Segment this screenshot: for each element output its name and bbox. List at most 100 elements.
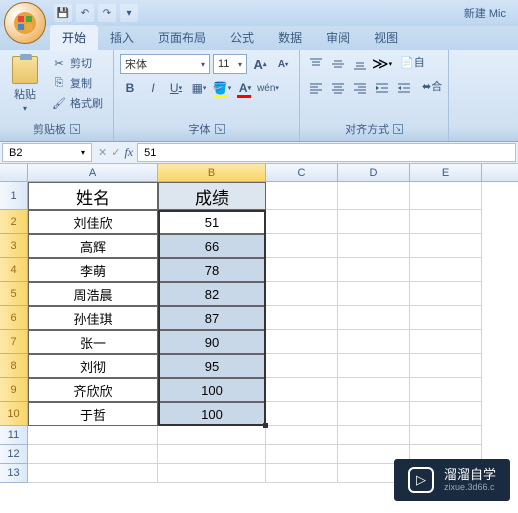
cell-A7[interactable]: 张一 [28, 330, 158, 354]
cell-C8[interactable] [266, 354, 338, 378]
cell-B4[interactable]: 78 [158, 258, 266, 282]
cell-D9[interactable] [338, 378, 410, 402]
cell-A11[interactable] [28, 426, 158, 445]
col-header-A[interactable]: A [28, 164, 158, 181]
select-all-corner[interactable] [0, 164, 28, 181]
align-top-button[interactable] [306, 54, 326, 74]
cell-B3[interactable]: 66 [158, 234, 266, 258]
copy-button[interactable]: ⎘复制 [48, 74, 107, 92]
align-center-button[interactable] [328, 78, 348, 98]
increase-indent-button[interactable] [394, 78, 414, 98]
bold-button[interactable]: B [120, 78, 140, 98]
office-button[interactable] [4, 2, 46, 44]
decrease-indent-button[interactable] [372, 78, 392, 98]
clipboard-launcher-icon[interactable]: ↘ [70, 124, 80, 134]
align-bottom-button[interactable] [350, 54, 370, 74]
cell-A2[interactable]: 刘佳欣 [28, 210, 158, 234]
cell-D3[interactable] [338, 234, 410, 258]
col-header-C[interactable]: C [266, 164, 338, 181]
wrap-text-button[interactable]: 📄自 [400, 54, 425, 74]
cell-C9[interactable] [266, 378, 338, 402]
cell-E2[interactable] [410, 210, 482, 234]
format-painter-button[interactable]: 🖌格式刷 [48, 94, 107, 112]
cell-C13[interactable] [266, 464, 338, 483]
name-box[interactable]: B2▾ [2, 143, 92, 162]
cancel-icon[interactable]: ✕ [98, 146, 107, 159]
cell-D5[interactable] [338, 282, 410, 306]
fx-icon[interactable]: fx [124, 145, 133, 160]
cell-A4[interactable]: 李萌 [28, 258, 158, 282]
font-name-combo[interactable]: 宋体▾ [120, 54, 210, 74]
cell-B12[interactable] [158, 445, 266, 464]
align-right-button[interactable] [350, 78, 370, 98]
cell-B1[interactable]: 成绩 [158, 182, 266, 210]
row-header-6[interactable]: 6 [0, 306, 28, 330]
cell-D10[interactable] [338, 402, 410, 426]
tab-insert[interactable]: 插入 [98, 25, 146, 50]
orientation-button[interactable]: ≫▾ [372, 54, 392, 74]
cell-C12[interactable] [266, 445, 338, 464]
row-header-11[interactable]: 11 [0, 426, 28, 445]
font-size-combo[interactable]: 11▾ [213, 54, 247, 74]
tab-review[interactable]: 审阅 [314, 25, 362, 50]
cell-A3[interactable]: 高辉 [28, 234, 158, 258]
cell-A12[interactable] [28, 445, 158, 464]
row-header-10[interactable]: 10 [0, 402, 28, 426]
align-left-button[interactable] [306, 78, 326, 98]
merge-button[interactable]: ⬌合 [422, 78, 442, 98]
formula-input[interactable]: 51 [137, 143, 516, 162]
cell-B13[interactable] [158, 464, 266, 483]
border-button[interactable]: ▦▾ [189, 78, 209, 98]
cell-C3[interactable] [266, 234, 338, 258]
fill-color-button[interactable]: 🪣▾ [212, 78, 232, 98]
row-header-8[interactable]: 8 [0, 354, 28, 378]
enter-icon[interactable]: ✓ [111, 146, 120, 159]
cell-B2[interactable]: 51 [158, 210, 266, 234]
increase-font-button[interactable]: A▴ [250, 54, 270, 74]
cell-E8[interactable] [410, 354, 482, 378]
cell-C2[interactable] [266, 210, 338, 234]
alignment-launcher-icon[interactable]: ↘ [393, 124, 403, 134]
cell-B5[interactable]: 82 [158, 282, 266, 306]
tab-home[interactable]: 开始 [50, 25, 98, 50]
cell-A8[interactable]: 刘彻 [28, 354, 158, 378]
cell-B8[interactable]: 95 [158, 354, 266, 378]
cell-D7[interactable] [338, 330, 410, 354]
cell-D6[interactable] [338, 306, 410, 330]
cell-E6[interactable] [410, 306, 482, 330]
cell-D11[interactable] [338, 426, 410, 445]
cell-D2[interactable] [338, 210, 410, 234]
cell-E11[interactable] [410, 426, 482, 445]
cell-C10[interactable] [266, 402, 338, 426]
col-header-B[interactable]: B [158, 164, 266, 181]
cell-B10[interactable]: 100 [158, 402, 266, 426]
undo-icon[interactable]: ↶ [76, 4, 94, 22]
cell-D1[interactable] [338, 182, 410, 210]
cell-A6[interactable]: 孙佳琪 [28, 306, 158, 330]
cell-D4[interactable] [338, 258, 410, 282]
font-launcher-icon[interactable]: ↘ [215, 124, 225, 134]
tab-page-layout[interactable]: 页面布局 [146, 25, 218, 50]
qat-customize-icon[interactable]: ▾ [120, 4, 138, 22]
row-header-7[interactable]: 7 [0, 330, 28, 354]
cell-E9[interactable] [410, 378, 482, 402]
row-header-1[interactable]: 1 [0, 182, 28, 210]
row-header-13[interactable]: 13 [0, 464, 28, 483]
cell-E5[interactable] [410, 282, 482, 306]
cell-C5[interactable] [266, 282, 338, 306]
phonetic-button[interactable]: wén▾ [258, 78, 278, 98]
underline-button[interactable]: U▾ [166, 78, 186, 98]
save-icon[interactable]: 💾 [54, 4, 72, 22]
cut-button[interactable]: ✂剪切 [48, 54, 107, 72]
cell-E3[interactable] [410, 234, 482, 258]
italic-button[interactable]: I [143, 78, 163, 98]
row-header-5[interactable]: 5 [0, 282, 28, 306]
cell-C7[interactable] [266, 330, 338, 354]
cell-E7[interactable] [410, 330, 482, 354]
row-header-4[interactable]: 4 [0, 258, 28, 282]
row-header-9[interactable]: 9 [0, 378, 28, 402]
col-header-E[interactable]: E [410, 164, 482, 181]
tab-view[interactable]: 视图 [362, 25, 410, 50]
font-color-button[interactable]: A▾ [235, 78, 255, 98]
cell-A13[interactable] [28, 464, 158, 483]
